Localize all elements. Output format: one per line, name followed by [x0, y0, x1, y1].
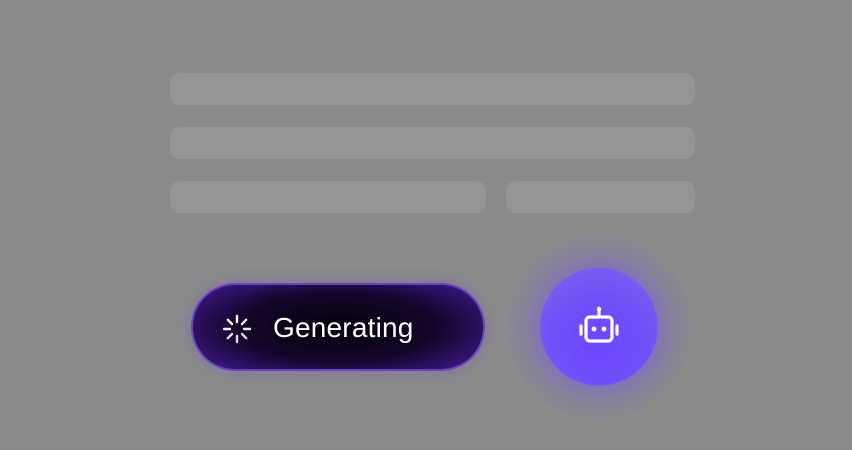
- generating-label: Generating: [273, 312, 414, 343]
- loading-spinner-icon: [222, 314, 252, 344]
- robot-icon: [575, 304, 623, 352]
- generating-button[interactable]: Generating: [191, 283, 485, 371]
- skeleton-line-1: [170, 73, 695, 105]
- skeleton-line-3-right: [506, 181, 695, 213]
- skeleton-line-2: [170, 127, 695, 159]
- skeleton-line-3-left: [170, 181, 486, 213]
- assistant-button[interactable]: [540, 268, 658, 386]
